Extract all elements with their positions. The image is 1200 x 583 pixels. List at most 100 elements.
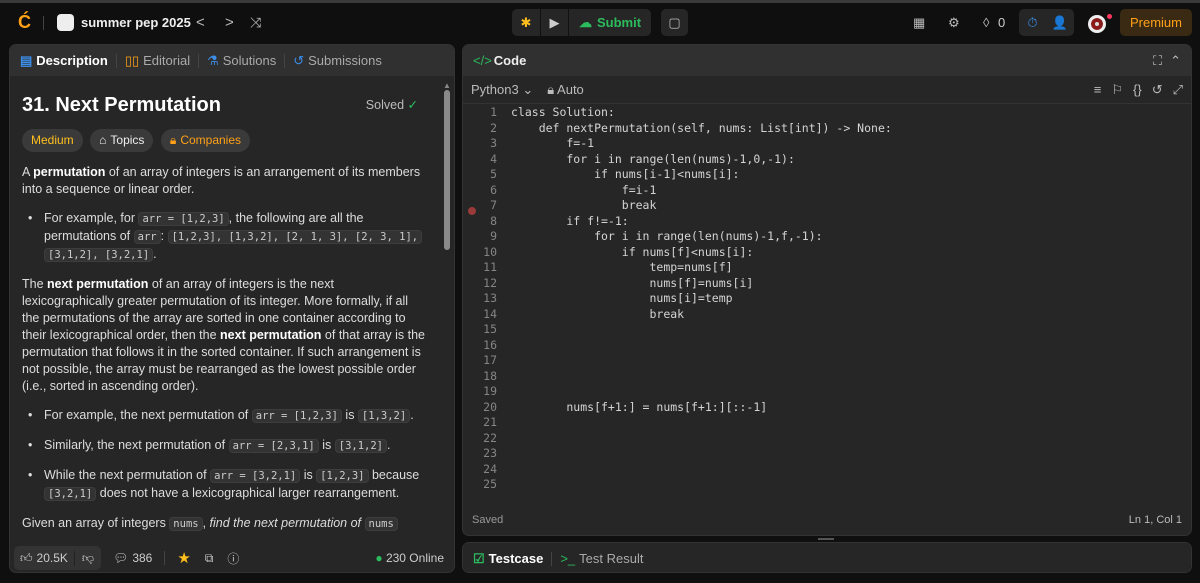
tab-testcase[interactable]: ☑ Testcase <box>473 551 543 567</box>
code-text: for i in range(len(nums)-1,f,-1): <box>511 229 823 243</box>
language-select[interactable]: Python3 ⌄ <box>471 82 533 98</box>
reset-icon[interactable]: ↺ <box>1152 82 1163 98</box>
scrollbar[interactable]: ▲ <box>443 81 451 542</box>
inline-code: [1,2,3] <box>316 469 369 483</box>
code-text: f=i-1 <box>511 182 657 197</box>
paragraph: The next permutation of an array of inte… <box>22 276 428 395</box>
code-text: nums[f+1:] = nums[f+1:][::-1] <box>511 399 768 414</box>
bookmark-icon[interactable]: ⚐ <box>1111 82 1123 98</box>
code-editor[interactable]: 1 class Solution: 2 def nextPermutation(se… <box>463 105 1191 493</box>
shuffle-icon[interactable]: ⤨ <box>250 14 261 31</box>
layout-icon[interactable]: ▦ <box>913 15 925 31</box>
like-button[interactable]: 👍︎ 20.5K <box>14 551 74 566</box>
problem-list-icon[interactable] <box>57 14 74 31</box>
line-number: 16 <box>483 337 497 352</box>
problem-list-name[interactable]: summer pep 2025 <box>81 15 191 30</box>
checkbox-icon: ☑ <box>473 550 485 566</box>
code-line: 13 nums[i]=temp <box>463 291 1191 307</box>
run-button[interactable]: ▶ <box>540 9 568 36</box>
scrollbar-thumb[interactable] <box>444 90 450 250</box>
text-segment: . <box>410 408 414 422</box>
add-friend-icon[interactable]: 👤 <box>1046 9 1074 36</box>
code-line: 18 <box>463 369 1191 385</box>
history-icon: ↺ <box>293 52 305 68</box>
bullet-item: For example, for arr = [1,2,3], the foll… <box>22 210 428 264</box>
timer-icon[interactable]: ⏱ <box>1019 9 1046 36</box>
tab-test-result[interactable]: >_ Test Result <box>560 551 643 566</box>
online-dot-icon: ● <box>375 551 383 565</box>
check-circle-icon: ✓ <box>407 97 418 112</box>
notes-button[interactable]: ▢ <box>661 9 688 36</box>
divider <box>43 15 44 30</box>
line-number: 9 <box>490 229 497 243</box>
tab-submissions[interactable]: ↺ Submissions <box>293 53 382 69</box>
streak-flame-icon[interactable]: ◊ <box>983 15 989 30</box>
code-text: break <box>511 306 685 321</box>
leetcode-logo-icon[interactable]: Ć <box>18 12 31 33</box>
fullscreen-icon[interactable]: ⛶ <box>1153 53 1162 69</box>
share-icon[interactable]: ⧉ <box>205 551 214 566</box>
code-line: 22 <box>463 431 1191 447</box>
code-line: 10 if nums[f]<nums[i]: <box>463 245 1191 261</box>
text-segment: does not have a lexicographical larger r… <box>96 486 400 500</box>
help-icon[interactable]: ⓘ <box>227 550 239 567</box>
breakpoint-icon[interactable] <box>468 207 476 215</box>
topics-button[interactable]: ⌂ Topics <box>90 129 154 152</box>
save-status: Saved <box>472 514 504 526</box>
code-line: 12 nums[f]=nums[i] <box>463 276 1191 292</box>
code-text: break <box>511 198 657 212</box>
code-header: </> Code ⛶ ⌃ <box>463 45 1191 76</box>
cloud-upload-icon: ☁ <box>579 14 592 30</box>
code-title: Code <box>493 53 527 68</box>
tab-description[interactable]: ▤ Description <box>20 53 108 69</box>
tab-editorial[interactable]: ▯▯ Editorial <box>125 53 190 69</box>
collapse-icon[interactable]: ⌃ <box>1170 53 1181 69</box>
online-label: 230 Online <box>385 551 444 565</box>
premium-button[interactable]: Premium <box>1120 9 1192 36</box>
text-segment: For example, for <box>44 211 139 225</box>
expand-icon[interactable]: ⤢ <box>1173 82 1183 98</box>
companies-button[interactable]: 🔒︎ Companies <box>160 129 251 152</box>
inline-code: arr = [1,2,3] <box>138 212 229 226</box>
code-text: nums[f]=nums[i] <box>511 275 754 290</box>
code-text: def nextPermutation(self, nums: List[int… <box>511 120 892 135</box>
language-label: Python3 <box>471 81 519 97</box>
debug-icon[interactable]: ✱ <box>512 9 540 36</box>
next-problem-icon[interactable]: > <box>225 14 234 31</box>
document-icon: ▤ <box>20 52 33 68</box>
code-line: 8 if f!=-1: <box>463 214 1191 230</box>
panel-resize-handle[interactable] <box>818 538 834 540</box>
line-number: 14 <box>483 306 497 321</box>
favorite-star-icon[interactable]: ★ <box>177 549 190 567</box>
line-number: 20 <box>483 399 497 414</box>
line-number: 8 <box>490 213 497 228</box>
code-line: 25 <box>463 477 1191 493</box>
line-number: 19 <box>483 384 497 398</box>
description-footer: 👍︎ 20.5K 👎︎ 💬︎ 386 ★ ⧉ ⓘ ● 230 Online <box>10 544 454 572</box>
prev-problem-icon[interactable]: < <box>196 14 205 31</box>
text-segment: find the next permutation of <box>209 516 362 530</box>
tab-label: Editorial <box>143 53 191 68</box>
code-text: nums[i]=temp <box>511 291 733 305</box>
problem-title[interactable]: 31. Next Permutation <box>22 93 221 117</box>
text-segment: Given an array of integers <box>22 516 170 530</box>
comments-button[interactable]: 💬︎ 386 <box>113 551 152 565</box>
braces-icon[interactable]: {} <box>1133 82 1142 98</box>
inline-code: arr <box>133 230 161 244</box>
inline-code: [3,2,1] <box>44 487 97 501</box>
submit-button[interactable]: ☁ Submit <box>568 9 651 36</box>
settings-icon[interactable]: ⚙ <box>948 15 960 31</box>
tab-solutions[interactable]: ⚗ Solutions <box>207 53 276 69</box>
code-text: for i in range(len(nums)-1,0,-1): <box>511 151 795 166</box>
inline-code: arr = [3,2,1] <box>210 469 301 483</box>
text-segment: , <box>202 516 210 530</box>
auto-mode[interactable]: 🔒︎ Auto <box>547 82 584 98</box>
dislike-button[interactable]: 👎︎ <box>73 550 101 566</box>
format-icon[interactable]: ≡ <box>1094 82 1102 98</box>
avatar[interactable] <box>1088 15 1106 33</box>
line-number: 23 <box>483 446 497 460</box>
text-segment: A <box>22 165 34 179</box>
inline-code: nums <box>364 517 398 531</box>
